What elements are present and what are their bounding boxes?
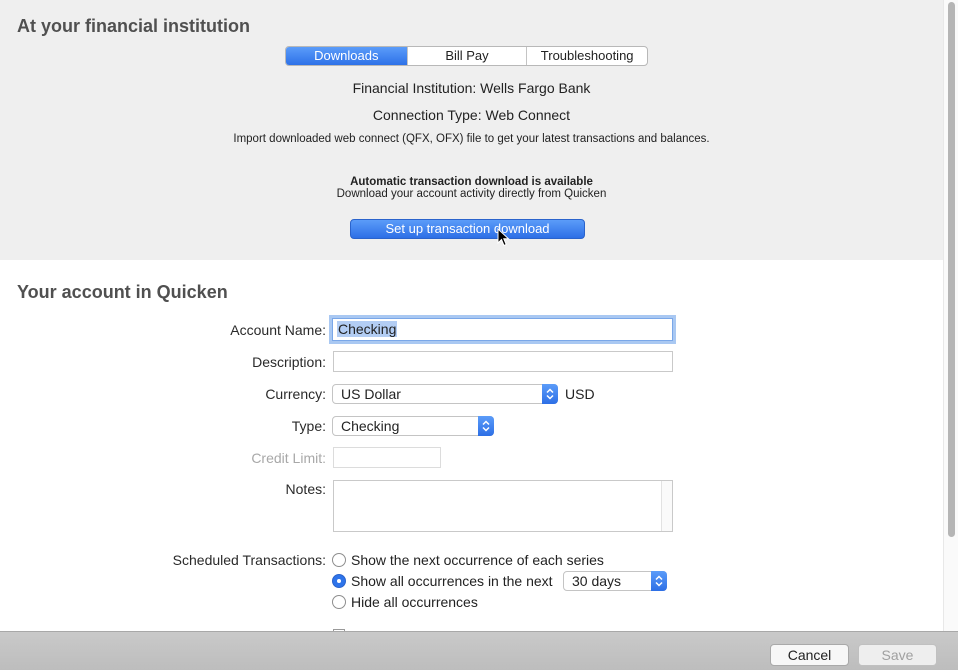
type-label: Type: — [291, 418, 326, 434]
currency-label: Currency: — [265, 386, 326, 402]
vertical-scrollbar[interactable] — [943, 0, 958, 631]
credit-limit-field — [333, 447, 441, 468]
radio-button[interactable] — [332, 553, 346, 567]
notes-scrollbar[interactable] — [661, 481, 672, 531]
radio-show-all[interactable]: Show all occurrences in the next — [332, 573, 553, 589]
radio-button[interactable] — [332, 595, 346, 609]
financial-institution-info: Financial Institution: Wells Fargo Bank — [352, 80, 591, 96]
radio-label: Hide all occurrences — [351, 594, 478, 610]
notes-label: Notes: — [285, 481, 326, 497]
institution-tabs: Downloads Bill Pay Troubleshooting — [285, 46, 648, 66]
account-name-field[interactable]: Checking — [332, 318, 673, 341]
setup-download-button[interactable]: Set up transaction download — [350, 219, 585, 239]
chevron-updown-icon — [651, 571, 667, 591]
connection-type-info: Connection Type: Web Connect — [372, 107, 571, 123]
cancel-button[interactable]: Cancel — [770, 644, 849, 666]
import-note: Import downloaded web connect (QFX, OFX)… — [233, 133, 710, 145]
radio-show-next[interactable]: Show the next occurrence of each series — [332, 552, 604, 568]
chevron-updown-icon — [478, 416, 494, 436]
tab-bill-pay[interactable]: Bill Pay — [408, 47, 528, 65]
radio-button-selected[interactable] — [332, 574, 346, 588]
currency-code: USD — [565, 386, 595, 402]
account-name-value: Checking — [337, 321, 398, 337]
account-name-label: Account Name: — [230, 322, 326, 338]
auto-download-description: Download your account activity directly … — [336, 188, 607, 200]
institution-heading: At your financial institution — [17, 16, 250, 36]
period-select[interactable]: 30 days — [563, 571, 667, 591]
type-select[interactable]: Checking — [332, 416, 494, 436]
notes-field[interactable] — [333, 480, 673, 532]
scrollbar-thumb[interactable] — [948, 2, 955, 537]
scheduled-transactions-label: Scheduled Transactions: — [172, 552, 326, 568]
description-label: Description: — [252, 354, 326, 370]
credit-limit-label: Credit Limit: — [251, 450, 326, 466]
tab-downloads[interactable]: Downloads — [286, 47, 408, 65]
tab-troubleshooting[interactable]: Troubleshooting — [527, 47, 647, 65]
period-value: 30 days — [572, 573, 622, 589]
description-field[interactable] — [333, 351, 673, 372]
radio-label: Show the next occurrence of each series — [351, 552, 604, 568]
chevron-updown-icon — [542, 384, 558, 404]
account-heading: Your account in Quicken — [17, 282, 228, 302]
save-button[interactable]: Save — [858, 644, 937, 666]
dialog-footer: Cancel Save — [0, 631, 958, 670]
currency-value: US Dollar — [341, 386, 401, 402]
type-value: Checking — [341, 418, 400, 434]
auto-download-title: Automatic transaction download is availa… — [350, 176, 593, 188]
currency-select[interactable]: US Dollar — [332, 384, 558, 404]
radio-hide-all[interactable]: Hide all occurrences — [332, 594, 478, 610]
mouse-cursor-icon — [497, 228, 510, 247]
radio-label: Show all occurrences in the next — [351, 573, 553, 589]
